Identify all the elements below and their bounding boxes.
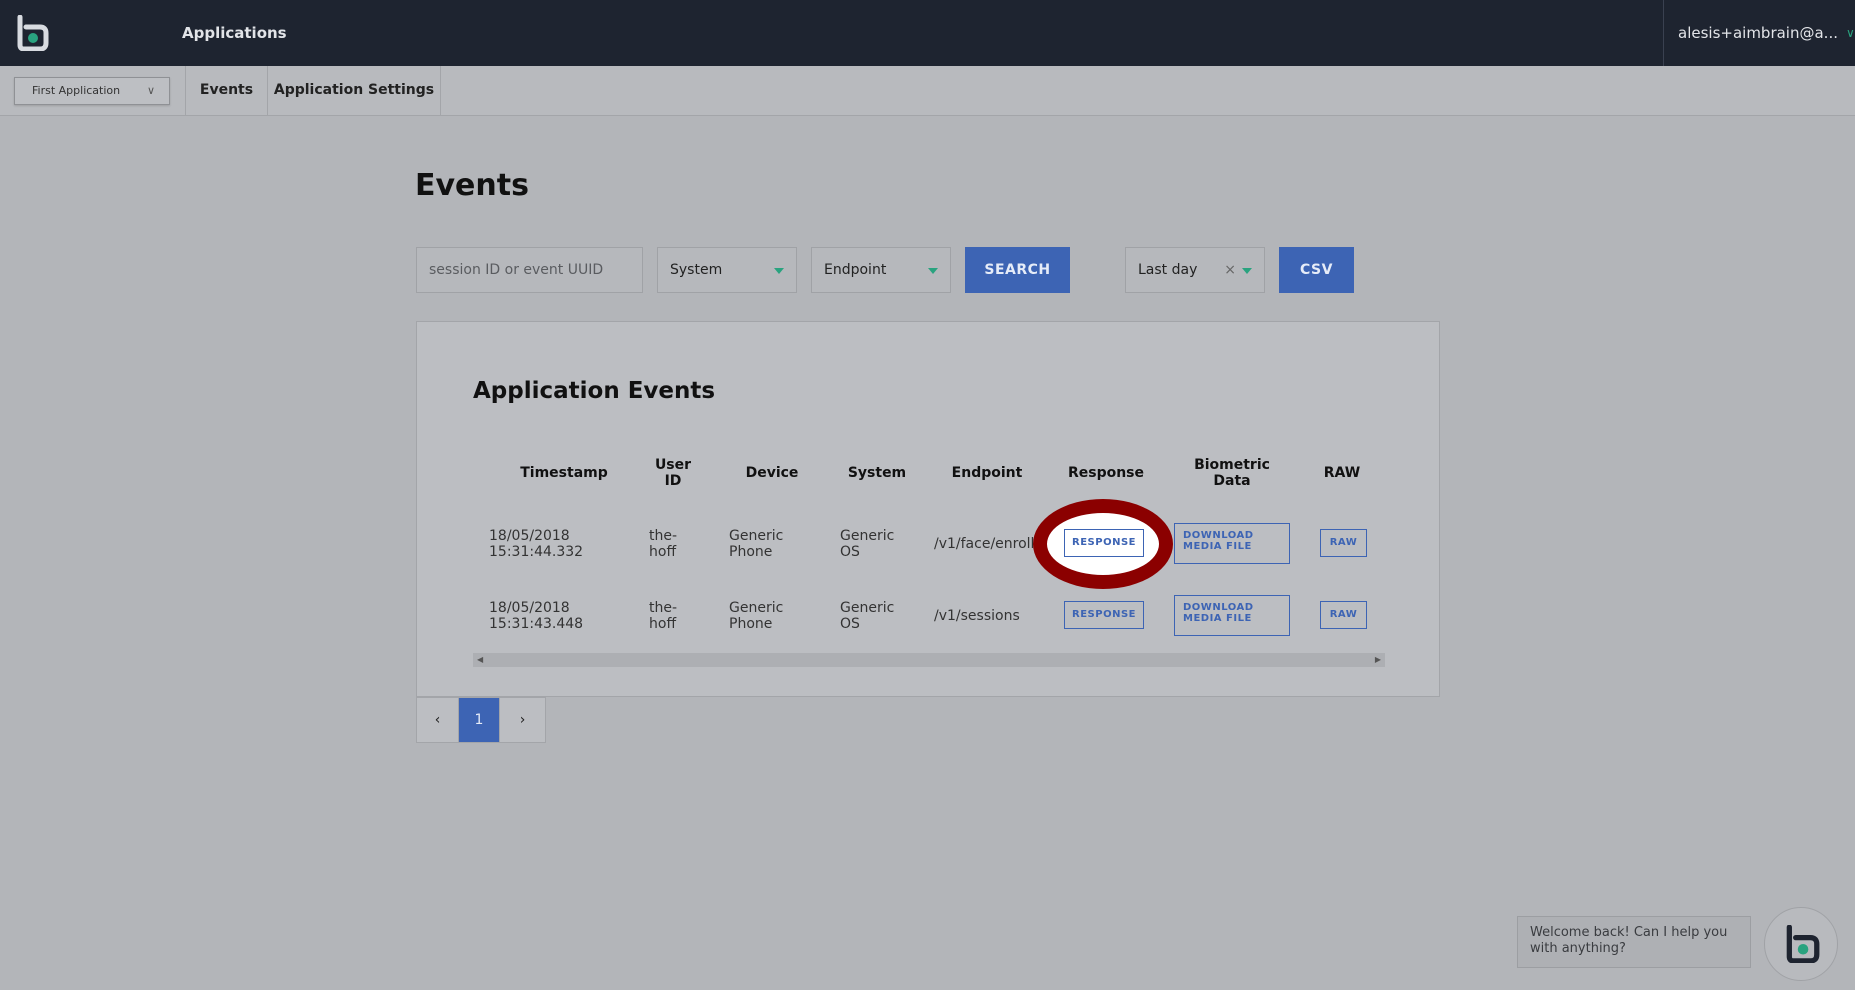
- row1-raw-button[interactable]: RAW: [1320, 529, 1367, 557]
- row2-download-media-button[interactable]: DOWNLOAD MEDIA FILE: [1174, 595, 1290, 636]
- scroll-right-icon[interactable]: ▶: [1375, 653, 1381, 667]
- row1-system-line1: Generic: [840, 528, 895, 544]
- header-user-id-line1: User: [654, 457, 692, 473]
- row2-device-line1: Generic: [729, 600, 784, 616]
- row2-device: Generic Phone: [729, 600, 783, 632]
- row1-user-id: the- hoff: [649, 528, 677, 560]
- csv-export-button[interactable]: CSV: [1279, 247, 1354, 293]
- system-select[interactable]: System: [657, 247, 797, 293]
- row1-timestamp: 18/05/2018 15:31:44.332: [489, 528, 583, 560]
- application-selector[interactable]: First Application ∨: [14, 77, 170, 105]
- row2-response-button[interactable]: RESPONSE: [1064, 601, 1144, 629]
- header-user-id: User ID: [653, 457, 693, 489]
- row2-timestamp: 18/05/2018 15:31:43.448: [489, 600, 583, 632]
- next-page-button[interactable]: ›: [499, 698, 545, 742]
- header-endpoint: Endpoint: [951, 465, 1023, 481]
- header-biometric-data: Biometric Data: [1187, 457, 1277, 489]
- row1-download-media-button[interactable]: DOWNLOAD MEDIA FILE: [1174, 523, 1290, 564]
- row2-device-line2: Phone: [729, 616, 773, 632]
- row2-endpoint: /v1/sessions: [934, 608, 1020, 624]
- row2-download-line2: MEDIA FILE: [1183, 613, 1252, 624]
- scroll-left-icon[interactable]: ◀: [477, 653, 483, 667]
- header-system: System: [847, 465, 907, 481]
- row1-device-line2: Phone: [729, 544, 773, 560]
- chat-logo-icon: [1786, 925, 1820, 963]
- chat-launcher-button[interactable]: [1764, 907, 1838, 981]
- caret-down-icon: [1242, 268, 1252, 274]
- header-biometric-line2: Data: [1213, 473, 1251, 489]
- row1-time: 15:31:44.332: [489, 544, 584, 560]
- tab-events[interactable]: Events: [185, 66, 267, 115]
- header-user-id-line2: ID: [664, 473, 682, 489]
- chevron-down-icon: ∨: [1845, 26, 1855, 40]
- row2-system-line2: OS: [840, 616, 860, 632]
- row1-user-line1: the-: [649, 528, 678, 544]
- row2-user-line2: hoff: [649, 616, 677, 632]
- row1-endpoint: /v1/face/enroll: [934, 536, 1035, 552]
- period-select-label: Last day: [1138, 262, 1198, 278]
- header-response: Response: [1067, 465, 1145, 481]
- prev-page-button[interactable]: ‹: [417, 698, 459, 742]
- table-horizontal-scrollbar[interactable]: ◀ ▶: [473, 653, 1385, 667]
- header-timestamp: Timestamp: [520, 465, 608, 481]
- chat-welcome-message: Welcome back! Can I help you with anythi…: [1517, 916, 1751, 968]
- page-number-button[interactable]: 1: [459, 698, 499, 742]
- page-title: Events: [415, 168, 529, 203]
- tab-application-settings[interactable]: Application Settings: [267, 66, 441, 115]
- row2-time: 15:31:43.448: [489, 616, 584, 632]
- endpoint-select-label: Endpoint: [824, 262, 887, 278]
- header-device: Device: [745, 465, 799, 481]
- application-selector-label: First Application: [32, 84, 121, 97]
- row2-download-line1: DOWNLOAD: [1183, 602, 1254, 613]
- chevron-down-icon: ∨: [146, 84, 155, 97]
- pagination: ‹ 1 ›: [416, 697, 546, 743]
- row1-system-line2: OS: [840, 544, 860, 560]
- row1-download-line1: DOWNLOAD: [1183, 530, 1254, 541]
- nav-applications[interactable]: Applications: [182, 0, 287, 66]
- sub-navigation: First Application ∨ Events Application S…: [0, 66, 1855, 116]
- row2-user-id: the- hoff: [649, 600, 677, 632]
- row1-user-line2: hoff: [649, 544, 677, 560]
- row1-device: Generic Phone: [729, 528, 783, 560]
- row2-system-line1: Generic: [840, 600, 895, 616]
- aimbrain-logo-icon[interactable]: [14, 14, 50, 52]
- search-input[interactable]: session ID or event UUID: [416, 247, 643, 293]
- row2-user-line1: the-: [649, 600, 678, 616]
- row1-response-button[interactable]: RESPONSE: [1064, 529, 1144, 557]
- row2-date: 18/05/2018: [489, 600, 570, 616]
- caret-down-icon: [774, 268, 784, 274]
- row1-device-line1: Generic: [729, 528, 784, 544]
- clear-icon[interactable]: ×: [1224, 248, 1236, 292]
- header-biometric-line1: Biometric: [1194, 457, 1270, 473]
- row1-download-line2: MEDIA FILE: [1183, 541, 1252, 552]
- row1-system: Generic OS: [840, 528, 894, 560]
- period-select[interactable]: Last day ×: [1125, 247, 1265, 293]
- row2-system: Generic OS: [840, 600, 894, 632]
- user-email: alesis+aimbrain@a...: [1678, 24, 1838, 42]
- events-card: Application Events Timestamp User ID Dev…: [416, 321, 1440, 697]
- row1-date: 18/05/2018: [489, 528, 570, 544]
- top-bar: Applications alesis+aimbrain@a... ∨: [0, 0, 1855, 66]
- system-select-label: System: [670, 262, 723, 278]
- card-title: Application Events: [473, 378, 716, 404]
- user-menu[interactable]: alesis+aimbrain@a... ∨: [1663, 0, 1855, 66]
- row2-raw-button[interactable]: RAW: [1320, 601, 1367, 629]
- header-raw: RAW: [1323, 465, 1361, 481]
- search-button[interactable]: SEARCH: [965, 247, 1070, 293]
- caret-down-icon: [928, 268, 938, 274]
- endpoint-select[interactable]: Endpoint: [811, 247, 951, 293]
